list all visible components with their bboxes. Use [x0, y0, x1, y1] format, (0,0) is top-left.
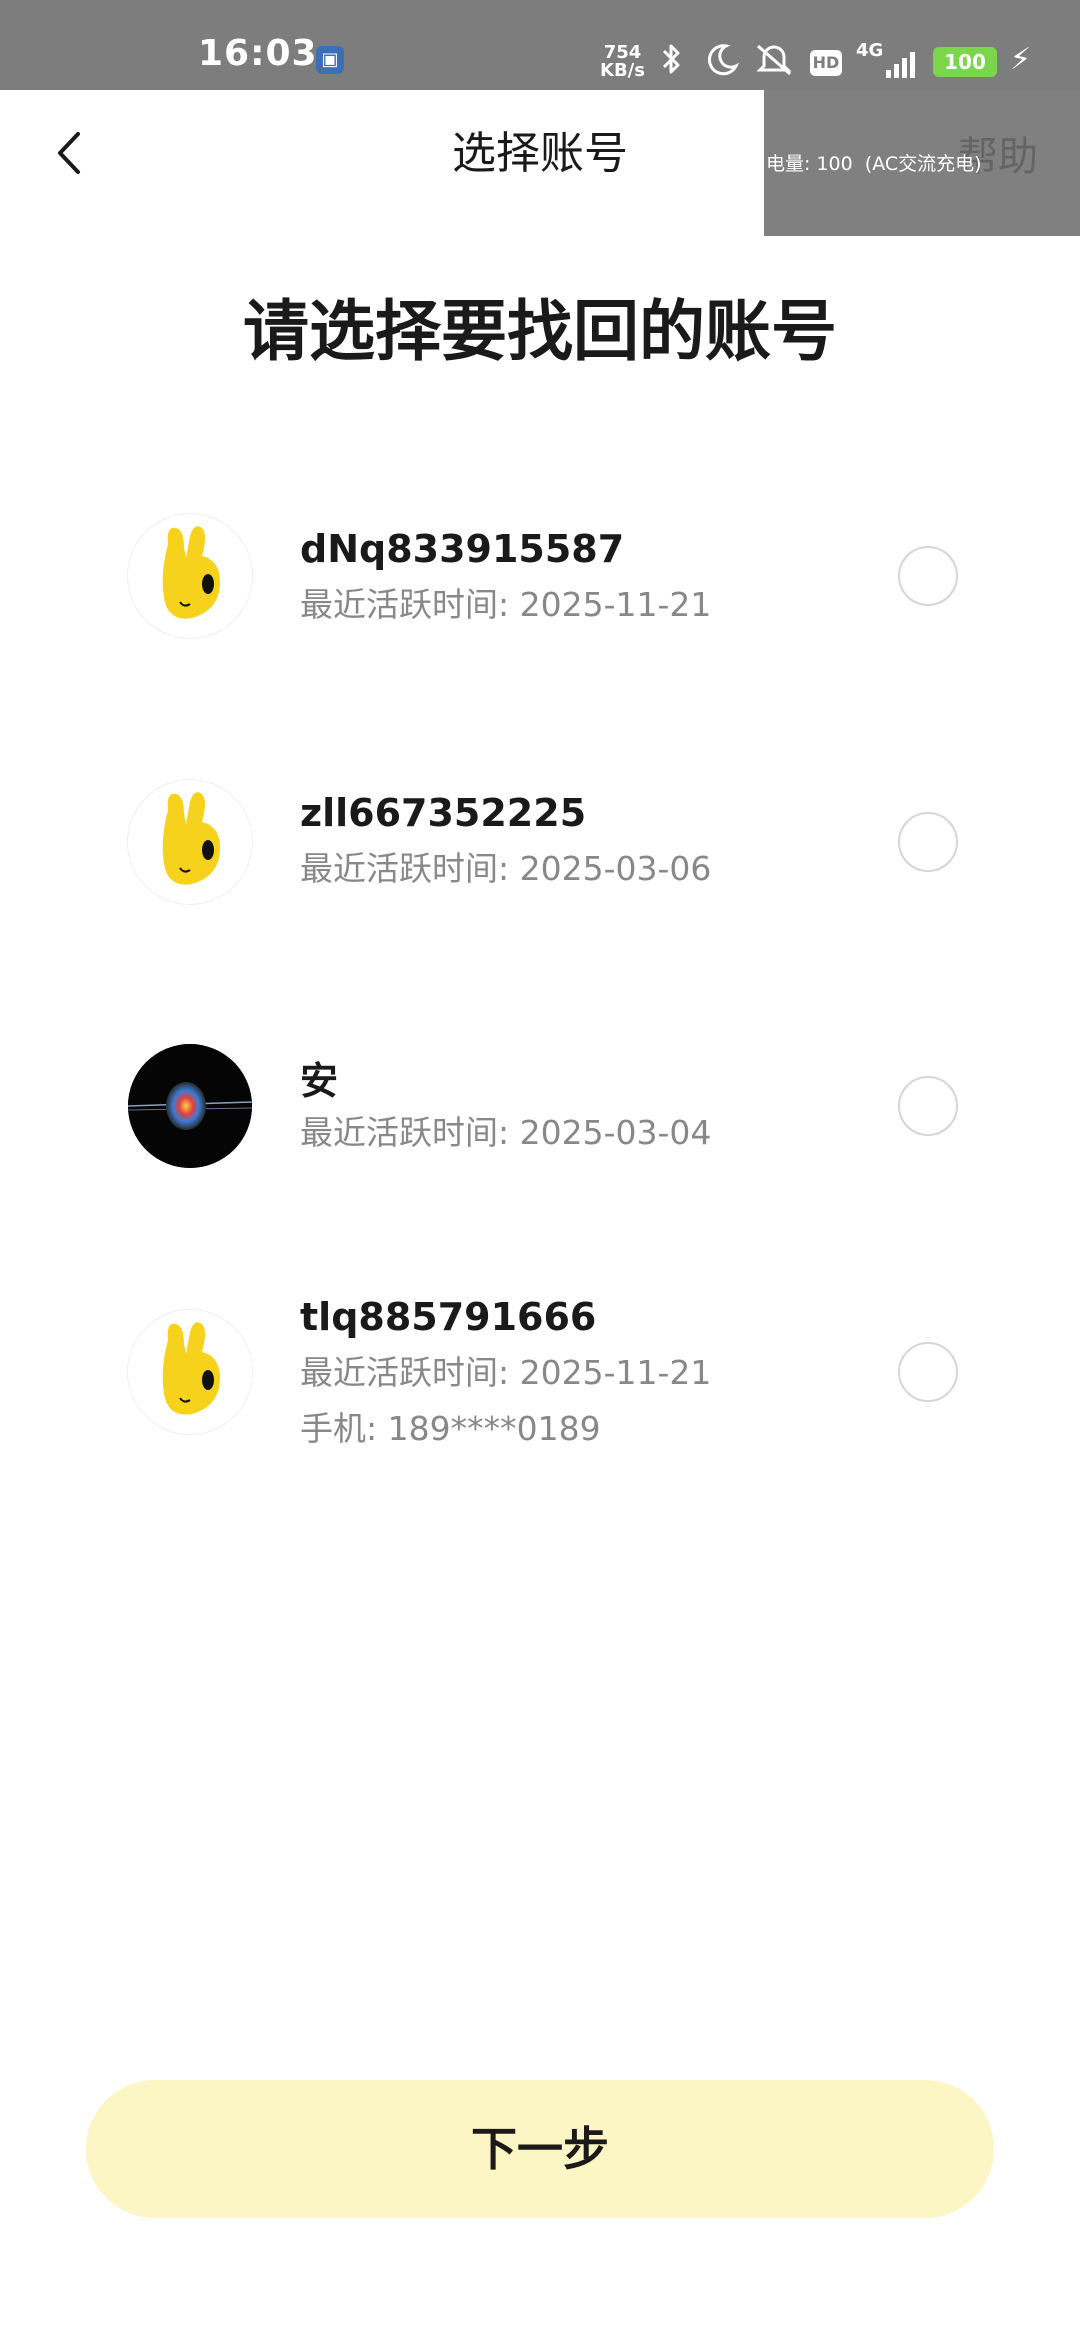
account-name: 安: [300, 1059, 339, 1103]
account-radio[interactable]: [898, 1342, 958, 1402]
battery-indicator: 100: [933, 47, 997, 77]
account-item[interactable]: dNq833915587 最近活跃时间: 2025-11-21: [0, 476, 1080, 676]
network-speed-unit: KB/s: [600, 60, 645, 81]
account-phone: 手机: 189****0189: [300, 1409, 601, 1448]
network-speed: 754 KB/s: [600, 44, 645, 80]
yellow-hand-mascot-icon: [128, 780, 252, 904]
account-radio[interactable]: [898, 546, 958, 606]
photo-avatar-icon: [128, 1044, 252, 1168]
bluetooth-icon: [656, 42, 686, 81]
charging-icon: ⚡: [1010, 42, 1032, 77]
account-last-active: 最近活跃时间: 2025-11-21: [300, 585, 712, 624]
account-radio[interactable]: [898, 812, 958, 872]
avatar: [128, 1310, 252, 1434]
status-bar: 16:03 ▣ 754 KB/s HD 4G 100 ⚡: [0, 0, 1080, 90]
overlay-line: 温度: 27.6℃ 功率: 4.04W: [766, 240, 1004, 262]
overlay-line: 预计充满: 0时0分: [766, 414, 917, 436]
account-item[interactable]: 安 最近活跃时间: 2025-03-04: [0, 1006, 1080, 1206]
account-last-active: 最近活跃时间: 2025-03-06: [300, 849, 712, 888]
account-name: dNq833915587: [300, 527, 625, 571]
overlay-line: 电量: 100 (AC交流充电): [766, 153, 982, 175]
section-heading: 请选择要找回的账号: [243, 293, 837, 370]
account-last-active: 最近活跃时间: 2025-11-21: [300, 1353, 712, 1392]
hd-badge: HD: [810, 50, 842, 76]
do-not-disturb-moon-icon: [706, 42, 740, 81]
account-item[interactable]: tlq885791666 最近活跃时间: 2025-11-21 手机: 189*…: [0, 1272, 1080, 1472]
account-radio[interactable]: [898, 1076, 958, 1136]
yellow-hand-mascot-icon: [128, 1310, 252, 1434]
avatar: [128, 514, 252, 638]
signal-strength-icon: [886, 52, 915, 78]
next-step-button[interactable]: 下一步: [86, 2080, 994, 2218]
account-name: tlq885791666: [300, 1295, 597, 1339]
account-last-active: 最近活跃时间: 2025-03-04: [300, 1113, 712, 1152]
avatar: [128, 780, 252, 904]
mute-bell-icon: [754, 42, 794, 81]
battery-monitor-overlay: 电量: 100 (AC交流充电) 温度: 27.6℃ 功率: 4.04W 电流:…: [764, 90, 1080, 523]
app-notification-icon: ▣: [316, 46, 344, 74]
yellow-hand-mascot-icon: [128, 514, 252, 638]
battery-level: 100: [944, 50, 986, 74]
account-item[interactable]: zll667352225 最近活跃时间: 2025-03-06: [0, 742, 1080, 942]
status-time: 16:03: [198, 33, 318, 74]
avatar: [128, 1044, 252, 1168]
account-name: zll667352225: [300, 791, 587, 835]
